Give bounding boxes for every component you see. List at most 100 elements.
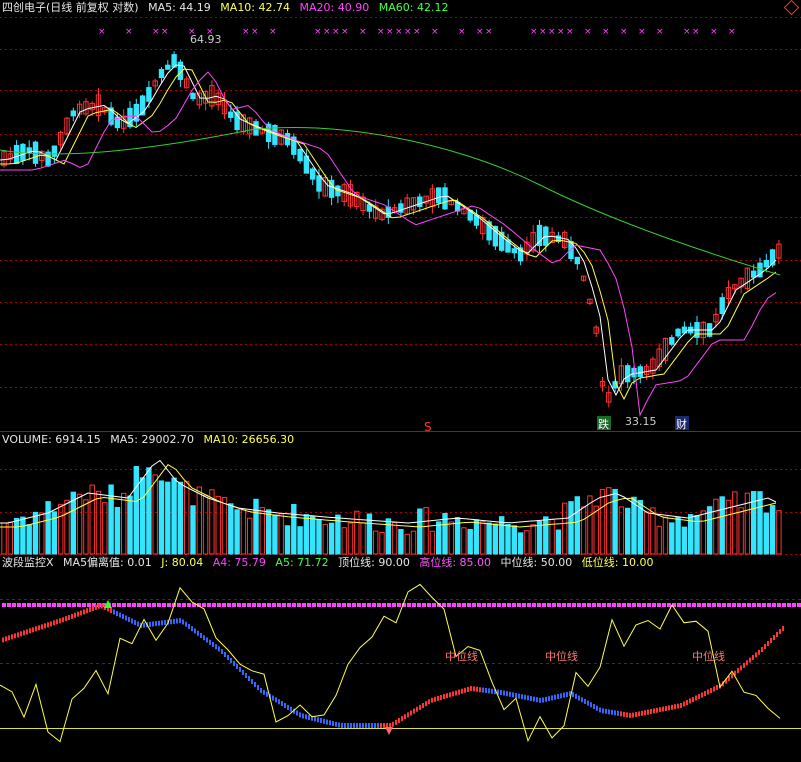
monitor-curve <box>524 694 526 700</box>
band-marker <box>237 603 241 607</box>
volume-bar <box>757 491 763 555</box>
band-marker <box>382 603 386 607</box>
volume-bar <box>354 510 360 555</box>
band-marker <box>607 603 611 607</box>
kline-chart[interactable]: 64.9333.15S 跌财× × × × × × × × × × × × × × × × × × × × × × × × × × ×… <box>0 0 801 762</box>
monitor-curve <box>512 692 514 698</box>
monitor-curve <box>425 701 427 707</box>
signal-mark: × <box>431 27 439 37</box>
volume-bar <box>215 495 221 555</box>
band-marker <box>62 603 66 607</box>
volume-bar <box>328 522 335 555</box>
band-marker <box>627 603 631 607</box>
monitor-curve <box>74 612 76 618</box>
volume-bar <box>196 486 203 555</box>
monitor-curve <box>509 691 511 697</box>
monitor-curve <box>62 617 64 623</box>
indicator-name: 波段监控X <box>2 556 54 569</box>
band-marker <box>22 603 26 607</box>
band-marker <box>752 603 756 607</box>
monitor-curve <box>125 615 127 621</box>
band-marker <box>312 603 316 607</box>
monitor-curve <box>398 718 400 723</box>
signal-mark: × <box>242 27 250 37</box>
volume-bar <box>511 525 517 555</box>
band-marker <box>177 603 181 607</box>
ma60-label: MA60: 42.12 <box>378 1 449 14</box>
candle-body <box>32 141 39 164</box>
monitor-curve <box>452 691 454 697</box>
monitor-curve <box>359 723 361 728</box>
a5-label: A5: 71.72 <box>275 556 329 569</box>
band-marker <box>207 603 211 607</box>
band-marker <box>727 603 731 607</box>
monitor-curve <box>461 688 463 694</box>
volume-bar <box>303 514 310 555</box>
band-marker <box>292 603 296 607</box>
signal-mark: × <box>341 27 349 37</box>
monitor-curve <box>482 687 484 693</box>
monitor-curve <box>251 679 253 684</box>
monitor-curve <box>122 614 124 619</box>
candle-body <box>190 92 196 100</box>
band-marker <box>432 603 436 607</box>
monitor-curve <box>515 693 517 698</box>
monitor-curve <box>131 618 133 624</box>
candle-body <box>158 68 165 79</box>
volume-bar <box>184 480 190 555</box>
volume-bar <box>190 505 196 555</box>
band-marker <box>37 603 41 607</box>
band-marker <box>507 603 511 607</box>
monitor-curve <box>260 688 262 693</box>
band-marker <box>77 603 81 607</box>
monitor-curve <box>317 717 319 723</box>
monitor-curve <box>272 695 274 701</box>
monitor-curve <box>206 637 208 643</box>
monitor-curve <box>518 693 520 699</box>
monitor-curve <box>713 686 715 692</box>
monitor-curve <box>5 636 7 642</box>
band-marker <box>137 603 141 607</box>
monitor-curve <box>749 657 751 663</box>
candle-body <box>543 226 549 246</box>
volume-bar <box>391 522 398 555</box>
monitor-curve <box>665 706 667 711</box>
band-marker <box>377 603 381 607</box>
candle-body <box>316 175 322 192</box>
monitor-curve <box>281 701 283 707</box>
monitor-curve <box>563 692 565 698</box>
monitor-curve <box>407 712 409 718</box>
monitor-curve <box>356 723 358 728</box>
volume-bar <box>127 495 133 555</box>
monitor-curve <box>650 709 652 714</box>
monitor-curve <box>662 706 664 712</box>
monitor-curve <box>383 723 385 728</box>
monitor-curve <box>779 629 781 634</box>
signal-mark: × <box>485 27 493 37</box>
signal-mark: × <box>557 27 565 37</box>
band-marker <box>162 603 166 607</box>
monitor-curve <box>491 688 493 694</box>
monitor-curve <box>296 710 298 716</box>
monitor-curve <box>341 723 343 728</box>
monitor-curve <box>536 697 538 703</box>
band-marker <box>467 603 471 607</box>
monitor-curve <box>626 712 628 718</box>
monitor-curve <box>38 625 40 631</box>
signal-mark: × <box>620 27 628 37</box>
monitor-curve <box>116 611 118 616</box>
signal-mark: × <box>683 27 691 37</box>
candle-body <box>297 149 303 162</box>
volume-bar <box>272 514 278 555</box>
monitor-curve <box>299 712 301 718</box>
band-marker <box>697 603 701 607</box>
band-marker <box>537 603 541 607</box>
monitor-curve <box>308 715 310 720</box>
volume-bar <box>341 527 347 555</box>
monitor-curve <box>641 710 643 716</box>
band-marker <box>657 603 661 607</box>
monitor-curve <box>71 613 73 619</box>
monitor-curve <box>164 620 166 625</box>
volume-bar <box>83 499 89 555</box>
band-marker <box>27 603 31 607</box>
